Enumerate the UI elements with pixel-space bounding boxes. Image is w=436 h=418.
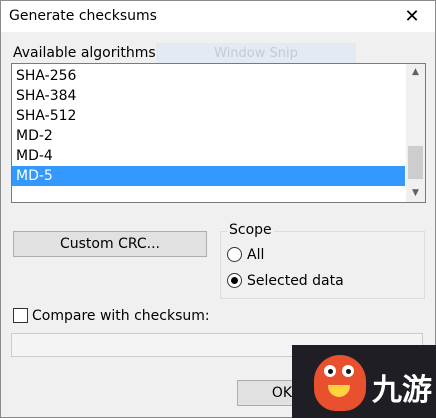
list-item-md-2[interactable]: MD-2 — [12, 126, 405, 146]
radio-all-label[interactable]: All — [247, 245, 264, 265]
mascot-mouth-icon — [328, 385, 350, 397]
available-algorithms-label: Available algorithms: — [13, 45, 161, 61]
list-item-sha-512[interactable]: SHA-512 — [12, 106, 405, 126]
title-bar: Generate checksums ✕ — [1, 1, 435, 32]
scope-legend: Scope — [227, 222, 274, 238]
mascot-logo-icon — [314, 355, 366, 411]
list-item-sha-384[interactable]: SHA-384 — [12, 86, 405, 106]
algorithms-listbox[interactable]: SHA-256 SHA-384 SHA-512 MD-2 MD-4 MD-5 ▲… — [11, 63, 426, 203]
radio-all[interactable] — [227, 247, 242, 262]
mascot-eye-icon — [342, 365, 354, 377]
site-watermark: 九游 — [292, 345, 436, 418]
scroll-down-arrow-icon[interactable]: ▼ — [406, 185, 425, 202]
watermark-text: 九游 — [372, 373, 432, 408]
compare-checkbox[interactable] — [13, 308, 28, 323]
scroll-up-arrow-icon[interactable]: ▲ — [406, 64, 425, 81]
list-item-md-4[interactable]: MD-4 — [12, 146, 405, 166]
scrollbar-thumb[interactable] — [408, 146, 423, 179]
dialog-title: Generate checksums — [9, 8, 157, 24]
vertical-scrollbar[interactable]: ▲ ▼ — [406, 64, 425, 202]
close-button[interactable]: ✕ — [389, 1, 435, 32]
radio-selected-data[interactable] — [227, 273, 242, 288]
custom-crc-button[interactable]: Custom CRC... — [13, 231, 207, 257]
compare-checkbox-label[interactable]: Compare with checksum: — [32, 306, 210, 326]
radio-selected-data-label[interactable]: Selected data — [247, 271, 344, 291]
list-item-sha-256[interactable]: SHA-256 — [12, 66, 405, 86]
mascot-eye-icon — [324, 365, 336, 377]
algorithms-list: SHA-256 SHA-384 SHA-512 MD-2 MD-4 MD-5 — [12, 66, 405, 186]
list-item-md-5[interactable]: MD-5 — [12, 166, 405, 186]
window-snip-overlay: Window Snip — [156, 43, 356, 65]
